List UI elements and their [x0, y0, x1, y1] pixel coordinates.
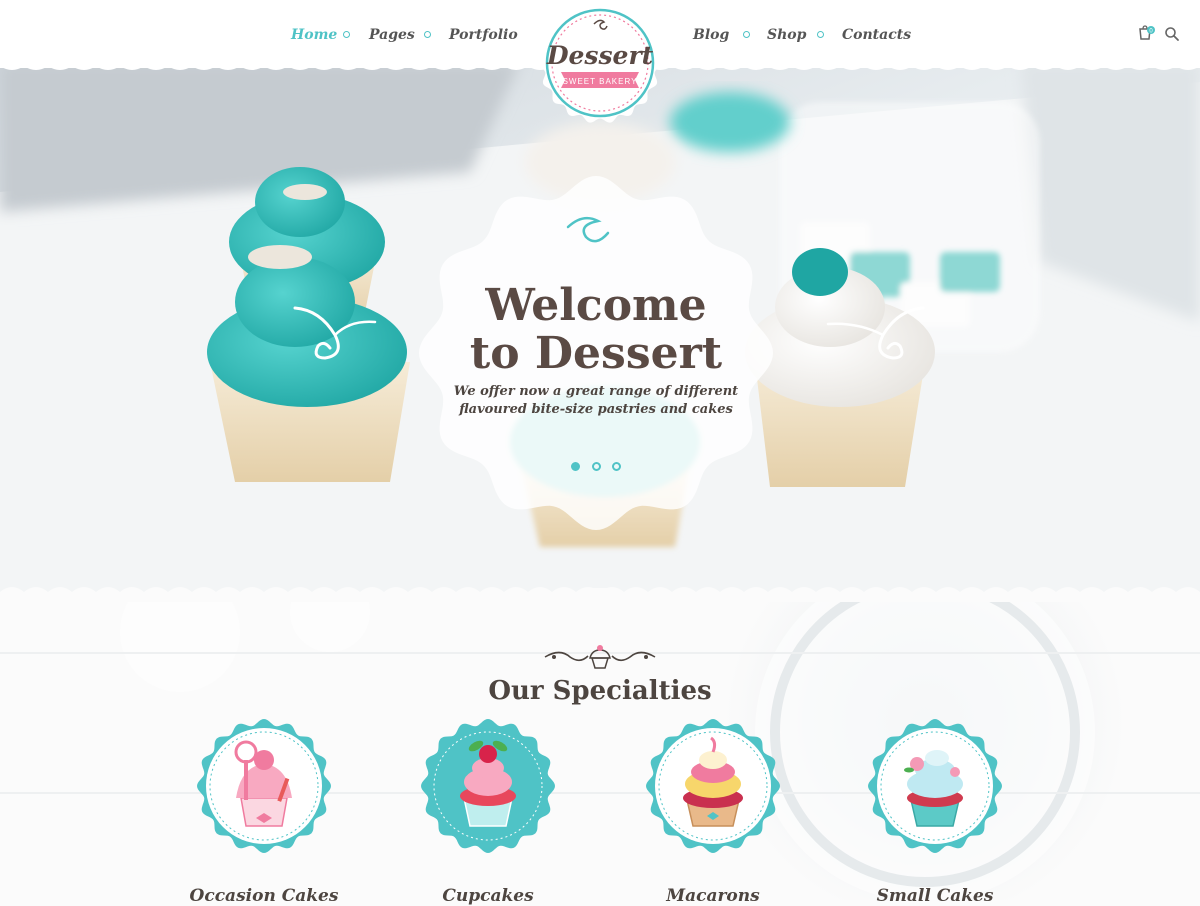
cart-icon[interactable]: 0: [1138, 25, 1156, 43]
nav-pages[interactable]: Pages: [369, 27, 415, 43]
welcome-card: Welcome to Dessert We offer now a great …: [418, 172, 774, 534]
nav-blog[interactable]: Blog: [693, 27, 729, 43]
hero-subtitle-line1: We offer now a great range of different: [453, 384, 739, 399]
occasion-cake-icon: [197, 719, 331, 853]
specialty-cupcakes[interactable]: Cupcakes: [413, 718, 563, 906]
specialties-background: [0, 592, 1200, 900]
nav-separator: [343, 31, 350, 38]
slider-dot-1[interactable]: [571, 462, 581, 471]
hero-title-line1: Welcome: [485, 280, 707, 331]
slider-pagination: [418, 456, 774, 475]
specialty-occasion-cakes[interactable]: Occasion Cakes: [189, 718, 339, 906]
specialty-label: Macarons: [666, 886, 760, 906]
specialty-label: Small Cakes: [876, 886, 994, 906]
hero-title: Welcome to Dessert: [418, 282, 774, 378]
cupcake-divider-icon: [544, 645, 656, 669]
site-logo[interactable]: Dessert SWEET BAKERY: [539, 2, 661, 124]
nav-home[interactable]: Home: [291, 27, 337, 43]
hero-subtitle-line2: flavoured bite-size pastries and cakes: [459, 402, 733, 417]
slider-next-arrow-icon[interactable]: [818, 300, 928, 370]
nav-separator: [743, 31, 750, 38]
search-icon[interactable]: [1164, 26, 1180, 42]
small-cake-icon: [868, 719, 1002, 853]
hero-title-line2: to Dessert: [469, 328, 723, 379]
specialty-macarons[interactable]: Macarons: [638, 718, 788, 906]
specialty-label: Cupcakes: [442, 886, 534, 906]
specialties-section: [0, 588, 1200, 900]
slider-prev-arrow-icon[interactable]: [290, 300, 380, 370]
slider-dot-3[interactable]: [611, 462, 621, 471]
cupcake-icon: [421, 719, 555, 853]
logo-name: Dessert: [546, 41, 654, 70]
nav-portfolio[interactable]: Portfolio: [449, 27, 518, 43]
nav-contacts[interactable]: Contacts: [842, 27, 911, 43]
specialty-small-cakes[interactable]: Small Cakes: [860, 718, 1010, 906]
hero-scallop-edge: [0, 587, 1200, 602]
specialties-title: Our Specialties: [488, 676, 712, 706]
nav-separator: [817, 31, 824, 38]
nav-shop[interactable]: Shop: [767, 27, 806, 43]
hero-subtitle: We offer now a great range of different …: [418, 383, 774, 419]
nav-separator: [424, 31, 431, 38]
slider-dot-2[interactable]: [591, 462, 601, 471]
macaron-icon: [646, 719, 780, 853]
specialty-label: Occasion Cakes: [189, 886, 339, 906]
logo-ribbon: SWEET BAKERY: [563, 77, 638, 86]
